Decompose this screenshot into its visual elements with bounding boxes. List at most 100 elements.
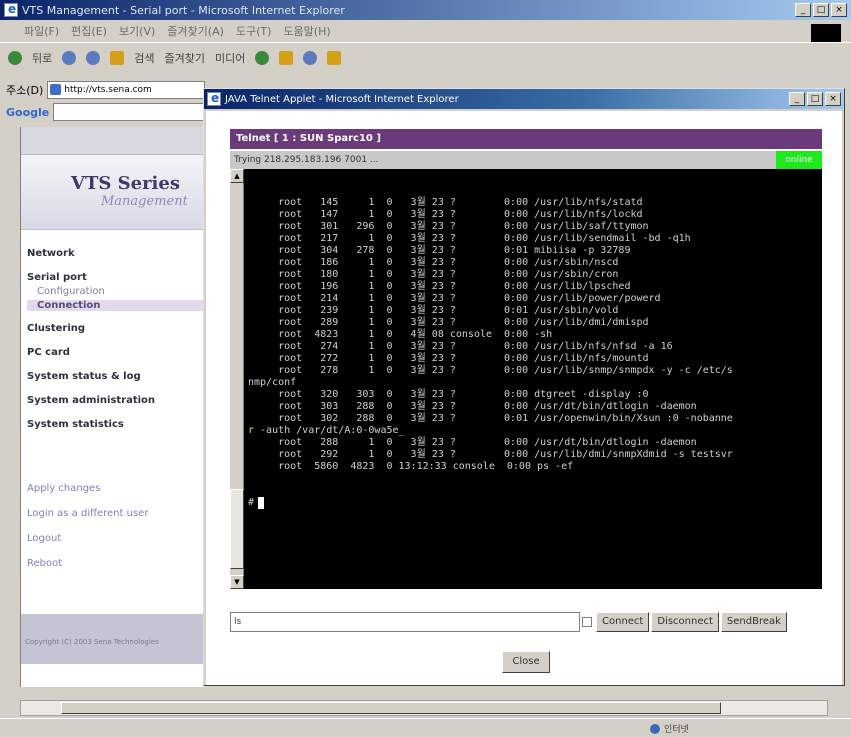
nav-network[interactable]: Network — [27, 248, 205, 259]
telnet-header: Telnet [ 1 : SUN Sparc10 ] — [230, 129, 822, 149]
menu-help[interactable]: 도움말(H) — [283, 23, 330, 39]
print-icon[interactable] — [303, 50, 318, 65]
minimize-button[interactable]: _ — [795, 3, 811, 17]
status-bar — [0, 718, 851, 737]
telnet-popup-window: JAVA Telnet Applet - Microsoft Internet … — [203, 88, 845, 686]
terminal-line: root 274 1 0 3월 23 ? 0:00 /usr/lib/nfs/n… — [248, 341, 673, 352]
terminal-line: root 289 1 0 3월 23 ? 0:00 /usr/lib/dmi/d… — [248, 317, 649, 328]
prompt: # — [248, 497, 255, 508]
popup-titlebar: JAVA Telnet Applet - Microsoft Internet … — [204, 89, 844, 109]
logout-link[interactable]: Logout — [27, 533, 205, 544]
media-button[interactable]: 미디어 — [215, 50, 245, 66]
terminal-cursor — [258, 497, 265, 509]
menu-edit[interactable]: 편집(E) — [71, 23, 107, 39]
nav-system-admin[interactable]: System administration — [27, 395, 205, 406]
terminal-line: root 278 1 0 3월 23 ? 0:00 /usr/lib/snmp/… — [248, 365, 733, 376]
popup-ie-icon — [207, 91, 221, 106]
reboot-link[interactable]: Reboot — [27, 558, 205, 569]
menu-tools[interactable]: 도구(T) — [236, 23, 272, 39]
page-horizontal-scrollbar[interactable] — [20, 700, 828, 716]
favorites-button[interactable]: 즐겨찾기 — [165, 50, 205, 66]
refresh-icon[interactable] — [86, 50, 101, 65]
terminal-line: root 186 1 0 3월 23 ? 0:00 /usr/sbin/nscd — [248, 257, 619, 268]
online-badge: online — [776, 151, 822, 169]
scroll-down-icon[interactable]: ▼ — [230, 575, 244, 589]
close-button[interactable]: Close — [502, 651, 550, 673]
terminal-controls: ls Connect Disconnect SendBreak — [230, 611, 822, 633]
terminal-line: root 180 1 0 3월 23 ? 0:00 /usr/sbin/cron — [248, 269, 619, 280]
history-icon[interactable] — [255, 50, 270, 65]
terminal-line: root 5860 4823 0 13:12:33 console 0:00 p… — [248, 461, 574, 472]
terminal-line: root 288 1 0 3월 23 ? 0:00 /usr/dt/bin/dt… — [248, 437, 697, 448]
page-scroll-thumb[interactable] — [61, 702, 721, 714]
nav-serial-port[interactable]: Serial port — [27, 272, 205, 283]
ie-icon — [4, 2, 18, 17]
terminal-line: nmp/conf — [248, 377, 297, 388]
edit-icon[interactable] — [327, 50, 342, 65]
terminal-output: root 145 1 0 3월 23 ? 0:00 /usr/lib/nfs/s… — [248, 173, 818, 587]
home-icon[interactable] — [110, 50, 125, 65]
search-button[interactable]: 검색 — [134, 50, 154, 66]
menu-file[interactable]: 파일(F) — [24, 23, 59, 39]
terminal-scrollbar[interactable]: ▲ ▼ — [230, 169, 244, 589]
terminal-line: root 272 1 0 3월 23 ? 0:00 /usr/lib/nfs/m… — [248, 353, 649, 364]
terminal-area[interactable]: ▲ ▼ root 145 1 0 3월 23 ? 0:00 /usr/lib/n… — [230, 169, 822, 589]
terminal-scroll-thumb[interactable] — [230, 489, 244, 569]
nav-pc-card[interactable]: PC card — [27, 347, 205, 358]
outer-window-title: VTS Management - Serial port - Microsoft… — [22, 3, 345, 17]
google-logo: Google — [6, 105, 50, 119]
nav-configuration[interactable]: Configuration — [27, 286, 205, 297]
terminal-line: root 320 303 0 3월 23 ? 0:00 dtgreet -dis… — [248, 389, 649, 400]
back-icon[interactable] — [8, 50, 22, 65]
terminal-line: root 301 296 0 3월 23 ? 0:00 /usr/lib/saf… — [248, 221, 649, 232]
action-links: Apply changes Login as a different user … — [21, 443, 205, 569]
outer-titlebar: VTS Management - Serial port - Microsoft… — [0, 0, 851, 20]
popup-minimize-button[interactable]: _ — [789, 92, 805, 106]
terminal-line: root 145 1 0 3월 23 ? 0:00 /usr/lib/nfs/s… — [248, 197, 643, 208]
brand-subtitle: Management — [101, 194, 188, 209]
nav-menu: Network Serial port Configuration Connec… — [21, 230, 205, 430]
terminal-line: root 292 1 0 3월 23 ? 0:00 /usr/lib/dmi/s… — [248, 449, 733, 460]
prompt-line: # — [248, 497, 818, 509]
stop-icon[interactable] — [62, 50, 77, 65]
login-link[interactable]: Login as a different user — [27, 508, 205, 519]
scroll-up-icon[interactable]: ▲ — [230, 169, 244, 183]
terminal-line: root 303 288 0 3월 23 ? 0:00 /usr/dt/bin/… — [248, 401, 697, 412]
toolbar: 뒤로 검색 즐겨찾기 미디어 — [0, 42, 851, 72]
popup-maximize-button[interactable]: □ — [807, 92, 823, 106]
status-zone: 인터넷 — [650, 722, 689, 735]
terminal-line: root 302 288 0 3월 23 ? 0:01 /usr/openwin… — [248, 413, 733, 424]
mail-icon[interactable] — [279, 50, 294, 65]
google-toolbar: Google — [0, 102, 205, 122]
terminal-line: root 304 278 0 3월 23 ? 0:01 mibiisa -p 3… — [248, 245, 631, 256]
menu-view[interactable]: 보기(V) — [119, 23, 155, 39]
apply-changes-link[interactable]: Apply changes — [27, 483, 205, 494]
maximize-button[interactable]: □ — [813, 3, 829, 17]
address-bar: 주소(D) http://vts.sena.com — [0, 80, 205, 100]
terminal-line: root 4823 1 0 4월 08 console 0:00 -sh — [248, 329, 553, 340]
terminal-line: root 239 1 0 3월 23 ? 0:01 /usr/sbin/vold — [248, 305, 619, 316]
menubar: 파일(F) 편집(E) 보기(V) 즐겨찾기(A) 도구(T) 도움말(H) — [0, 20, 851, 42]
popup-title: JAVA Telnet Applet - Microsoft Internet … — [225, 93, 459, 105]
terminal-line: root 196 1 0 3월 23 ? 0:00 /usr/lib/lpsch… — [248, 281, 631, 292]
send-break-button[interactable]: SendBreak — [720, 612, 787, 632]
popup-body: Telnet [ 1 : SUN Sparc10 ] Trying 218.29… — [206, 111, 842, 685]
trying-text: Trying 218.295.183.196 7001 ... — [234, 155, 379, 165]
address-input[interactable]: http://vts.sena.com — [47, 81, 205, 99]
popup-close-window-button[interactable]: × — [825, 92, 841, 106]
nav-clustering[interactable]: Clustering — [27, 323, 205, 334]
close-window-button[interactable]: × — [831, 3, 847, 17]
google-search-input[interactable] — [53, 103, 205, 121]
zone-label: 인터넷 — [664, 725, 689, 735]
menu-favorites[interactable]: 즐겨찾기(A) — [167, 23, 224, 39]
back-button[interactable]: 뒤로 — [32, 50, 52, 66]
connection-status-bar: Trying 218.295.183.196 7001 ... online — [230, 151, 822, 169]
nav-system-status[interactable]: System status & log — [27, 371, 205, 382]
terminal-input[interactable]: ls — [230, 612, 580, 632]
nav-system-stats[interactable]: System statistics — [27, 419, 205, 430]
terminal-line: root 147 1 0 3월 23 ? 0:00 /usr/lib/nfs/l… — [248, 209, 643, 220]
nav-connection[interactable]: Connection — [27, 300, 205, 311]
connect-button[interactable]: Connect — [596, 612, 650, 632]
address-label: 주소(D) — [6, 84, 44, 97]
disconnect-button[interactable]: Disconnect — [651, 612, 719, 632]
